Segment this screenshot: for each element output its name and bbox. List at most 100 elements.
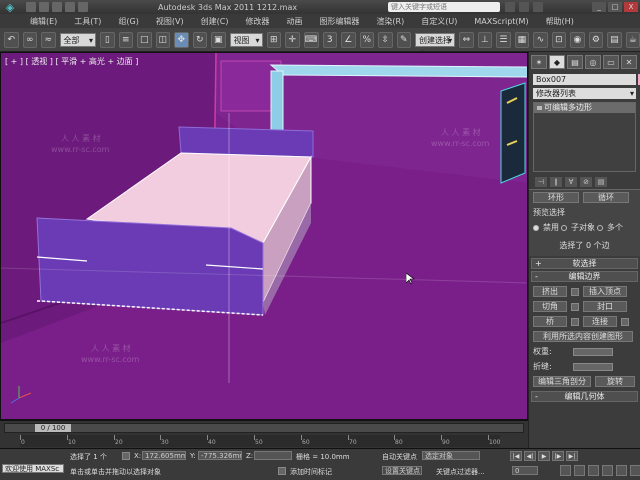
render-setup-icon[interactable]: ⚙ [588,31,604,48]
next-frame-icon[interactable]: |▶ [552,451,564,461]
save-file-icon[interactable] [52,2,62,12]
render-frame-icon[interactable]: ▤ [607,31,622,48]
remove-modifier-icon[interactable]: ⊘ [580,177,592,187]
pin-stack-icon[interactable]: ⊣ [535,177,547,187]
preview-subobj-radio[interactable] [561,224,567,231]
edit-named-set-icon[interactable]: ✎ [396,31,412,48]
modifier-list-dropdown[interactable]: 修改器列表 [533,88,636,99]
hierarchy-tab-icon[interactable]: ▤ [567,55,583,69]
move-icon[interactable]: ✥ [174,31,189,48]
connect-settings-icon[interactable] [621,317,629,326]
menu-edit[interactable]: 编辑(E) [30,16,57,27]
maximize-button[interactable]: □ [608,2,622,12]
pivot-icon[interactable]: ⊞ [266,31,282,48]
rect-selection-icon[interactable]: □ [137,31,152,48]
viewport-label[interactable]: [ + ] [ 透视 ] [ 平滑 + 高光 + 边面 ] [5,56,138,67]
make-unique-icon[interactable]: ∀ [565,177,577,187]
weight-spinner[interactable] [573,347,613,356]
menu-animation[interactable]: 动画 [286,16,302,27]
align-icon[interactable]: ⊥ [477,31,493,48]
maxscript-listener[interactable]: 欢迎使用 MAXSc [2,464,64,473]
close-button[interactable]: X [624,2,638,12]
zoom-icon[interactable] [560,465,571,476]
edit-edges-rollout[interactable]: - 编辑边界 [531,271,638,282]
chamfer-button[interactable]: 切角 [533,301,567,312]
minimize-button[interactable]: _ [592,2,606,12]
select-by-name-icon[interactable]: ≡ [118,31,134,48]
undo-tool-icon[interactable]: ↶ [4,31,19,48]
search-input[interactable]: 键入关键字或短语 [388,2,500,12]
goto-start-icon[interactable]: |◀ [510,451,522,461]
time-slider-knob[interactable]: 0 / 100 [35,424,71,432]
menu-group[interactable]: 组(G) [118,16,138,27]
object-name-field[interactable]: Box007 [533,74,640,85]
zoom-extents-icon[interactable] [588,465,599,476]
open-file-icon[interactable] [39,2,49,12]
select-object-icon[interactable]: ▯ [100,31,115,48]
display-tab-icon[interactable]: ▭ [603,55,619,69]
field-of-view-icon[interactable] [602,465,613,476]
turn-button[interactable]: 旋转 [595,376,635,387]
menu-tools[interactable]: 工具(T) [74,16,101,27]
scale-icon[interactable]: ▣ [211,31,226,48]
render-icon[interactable]: ☕ [625,31,640,48]
menu-modifiers[interactable]: 修改器 [245,16,269,27]
extrude-settings-icon[interactable] [571,287,579,296]
material-editor-icon[interactable]: ◉ [570,31,585,48]
link-icon[interactable]: ∞ [22,31,37,48]
pan-icon[interactable] [616,465,627,476]
bridge-button[interactable]: 桥 [533,316,567,327]
goto-end-icon[interactable]: ▶| [566,451,578,461]
menu-customize[interactable]: 自定义(U) [421,16,457,27]
new-file-icon[interactable] [26,2,36,12]
app-logo-icon[interactable]: ◈ [0,0,20,14]
orbit-icon[interactable] [630,465,640,476]
curve-editor-icon[interactable]: ∿ [533,31,548,48]
crease-spinner[interactable] [573,362,613,371]
layer-manager-icon[interactable]: ☰ [496,31,511,48]
reference-coord-dropdown[interactable]: 视图 [229,32,263,48]
show-end-result-icon[interactable]: ∥ [550,177,562,187]
spinner-snap-icon[interactable]: ⇳ [378,31,393,48]
zoom-all-icon[interactable] [574,465,585,476]
rotate-icon[interactable]: ↻ [192,31,208,48]
z-coord-field[interactable] [254,451,292,460]
prev-frame-icon[interactable]: ◀| [524,451,536,461]
snap-toggle-icon[interactable]: 3 [322,31,338,48]
help-icon[interactable] [533,2,543,12]
perspective-viewport[interactable]: [ + ] [ 透视 ] [ 平滑 + 高光 + 边面 ] 人 人 素 材 ww… [0,52,528,420]
mirror-icon[interactable]: ⇔ [459,31,474,48]
play-icon[interactable]: ▶ [538,451,550,461]
time-tag-icon[interactable] [278,467,286,475]
named-selection-set-dropdown[interactable]: 创建选择集 [415,32,456,59]
menu-views[interactable]: 视图(V) [156,16,184,27]
x-coord-field[interactable]: 172.605mm [142,451,186,460]
track-bar[interactable]: 0 10 20 30 40 50 60 70 80 90 100 [20,435,500,447]
set-key-button[interactable]: 设置关键点 [382,466,422,475]
soft-selection-rollout[interactable]: + 软选择 [531,258,638,269]
motion-tab-icon[interactable]: ◎ [585,55,601,69]
selection-filter-dropdown[interactable]: 全部 [59,32,97,48]
menu-maxscript[interactable]: MAXScript(M) [474,17,528,26]
window-crossing-icon[interactable]: ◫ [155,31,171,48]
insert-vertex-button[interactable]: 插入顶点 [583,286,627,297]
graphite-tools-icon[interactable]: ▦ [514,31,530,48]
utilities-tab-icon[interactable]: ✕ [621,55,637,69]
star-icon[interactable] [519,2,529,12]
configure-sets-icon[interactable]: ▤ [595,177,607,187]
preview-multi-radio[interactable] [597,224,603,231]
modify-tab-icon[interactable]: ◆ [549,55,565,69]
schematic-view-icon[interactable]: ⊡ [551,31,567,48]
menu-help[interactable]: 帮助(H) [546,16,574,27]
percent-snap-icon[interactable]: % [359,31,375,48]
extrude-button[interactable]: 挤出 [533,286,567,297]
redo-icon[interactable] [78,2,88,12]
current-frame-field[interactable]: 0 [512,466,538,475]
create-tab-icon[interactable]: ✶ [531,55,547,69]
connect-button[interactable]: 连接 [583,316,617,327]
create-shape-button[interactable]: 利用所选内容创建图形 [533,331,633,342]
ring-button[interactable]: 环形 [533,192,579,203]
angle-snap-icon[interactable]: ∠ [341,31,356,48]
autokey-button[interactable]: 自动关键点 [382,452,417,462]
cap-button[interactable]: 封口 [583,301,627,312]
